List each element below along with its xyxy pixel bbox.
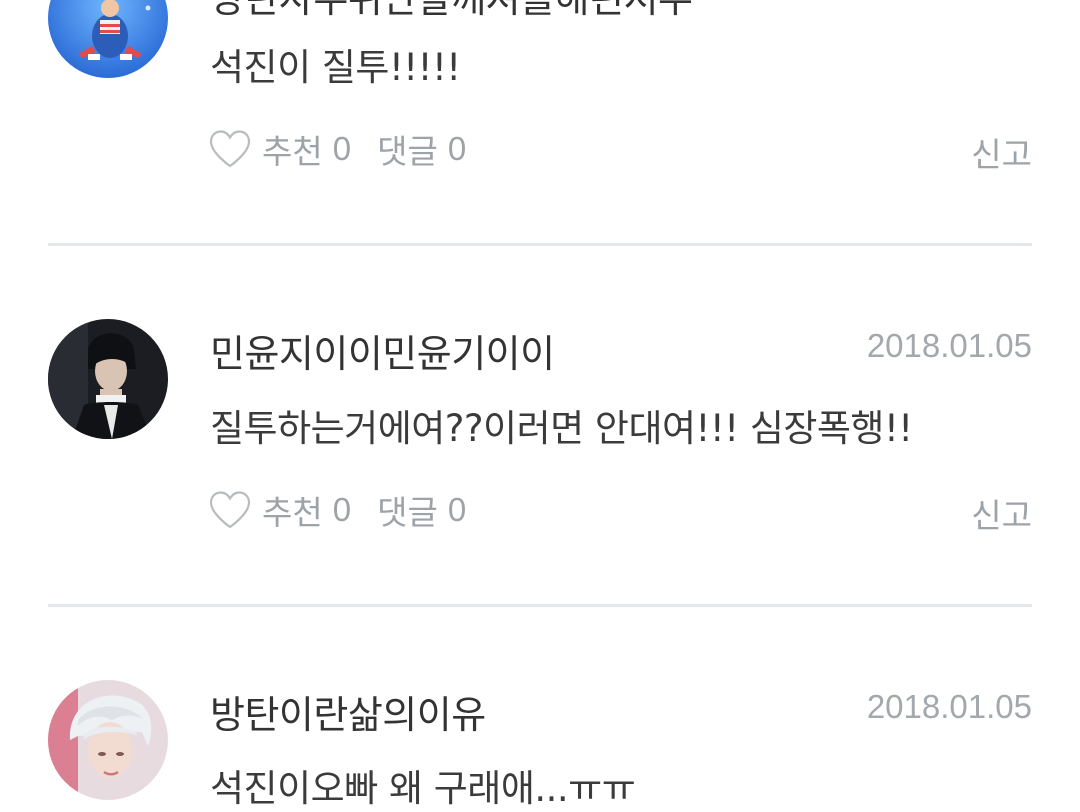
like-button[interactable]: 추천 0 xyxy=(208,486,351,534)
comment-text: 석진이 질투!!!!! xyxy=(210,46,461,89)
divider xyxy=(48,243,1032,246)
comment-date: 2018.01.05 xyxy=(866,688,1032,725)
reply-button[interactable]: 댓글 0 xyxy=(377,125,466,173)
like-label: 추천 xyxy=(262,132,323,171)
reply-count: 0 xyxy=(447,130,467,167)
report-button[interactable]: 신고 xyxy=(971,489,1032,537)
comment-text: 질투하는거에여??이러면 안대여!!! 심장폭행!! xyxy=(210,407,913,450)
like-count: 0 xyxy=(332,130,352,167)
like-label: 추천 xyxy=(262,493,323,532)
avatar[interactable] xyxy=(48,319,168,439)
comment-actions: 추천 0 댓글 0 xyxy=(208,124,466,174)
heart-icon xyxy=(209,130,251,168)
reply-count: 0 xyxy=(447,491,467,528)
comment-author[interactable]: 방탄사우위만할깨져를해런서우 xyxy=(210,0,693,23)
comment-author[interactable]: 민윤지이이민윤기이이 xyxy=(210,323,555,378)
like-count: 0 xyxy=(332,491,352,528)
comment-date: 2018.01.05 xyxy=(866,327,1032,364)
like-button[interactable]: 추천 0 xyxy=(208,125,351,173)
reply-label: 댓글 xyxy=(377,493,438,532)
heart-icon xyxy=(209,491,251,529)
divider xyxy=(48,604,1032,607)
reply-button[interactable]: 댓글 0 xyxy=(377,486,466,534)
avatar[interactable] xyxy=(48,0,168,78)
avatar[interactable] xyxy=(48,680,168,800)
comment-actions: 추천 0 댓글 0 xyxy=(208,485,466,535)
reply-label: 댓글 xyxy=(377,132,438,171)
comment-text: 석진이오빠 왜 구래애...ㅠㅠ xyxy=(210,767,636,810)
report-button[interactable]: 신고 xyxy=(971,128,1032,176)
avatar-concert-photo-icon xyxy=(48,0,168,78)
comment-author[interactable]: 방탄이란삶의이유 xyxy=(210,684,486,739)
avatar-dark-portrait-icon xyxy=(48,319,168,439)
avatar-silver-hair-portrait-icon xyxy=(48,680,168,800)
